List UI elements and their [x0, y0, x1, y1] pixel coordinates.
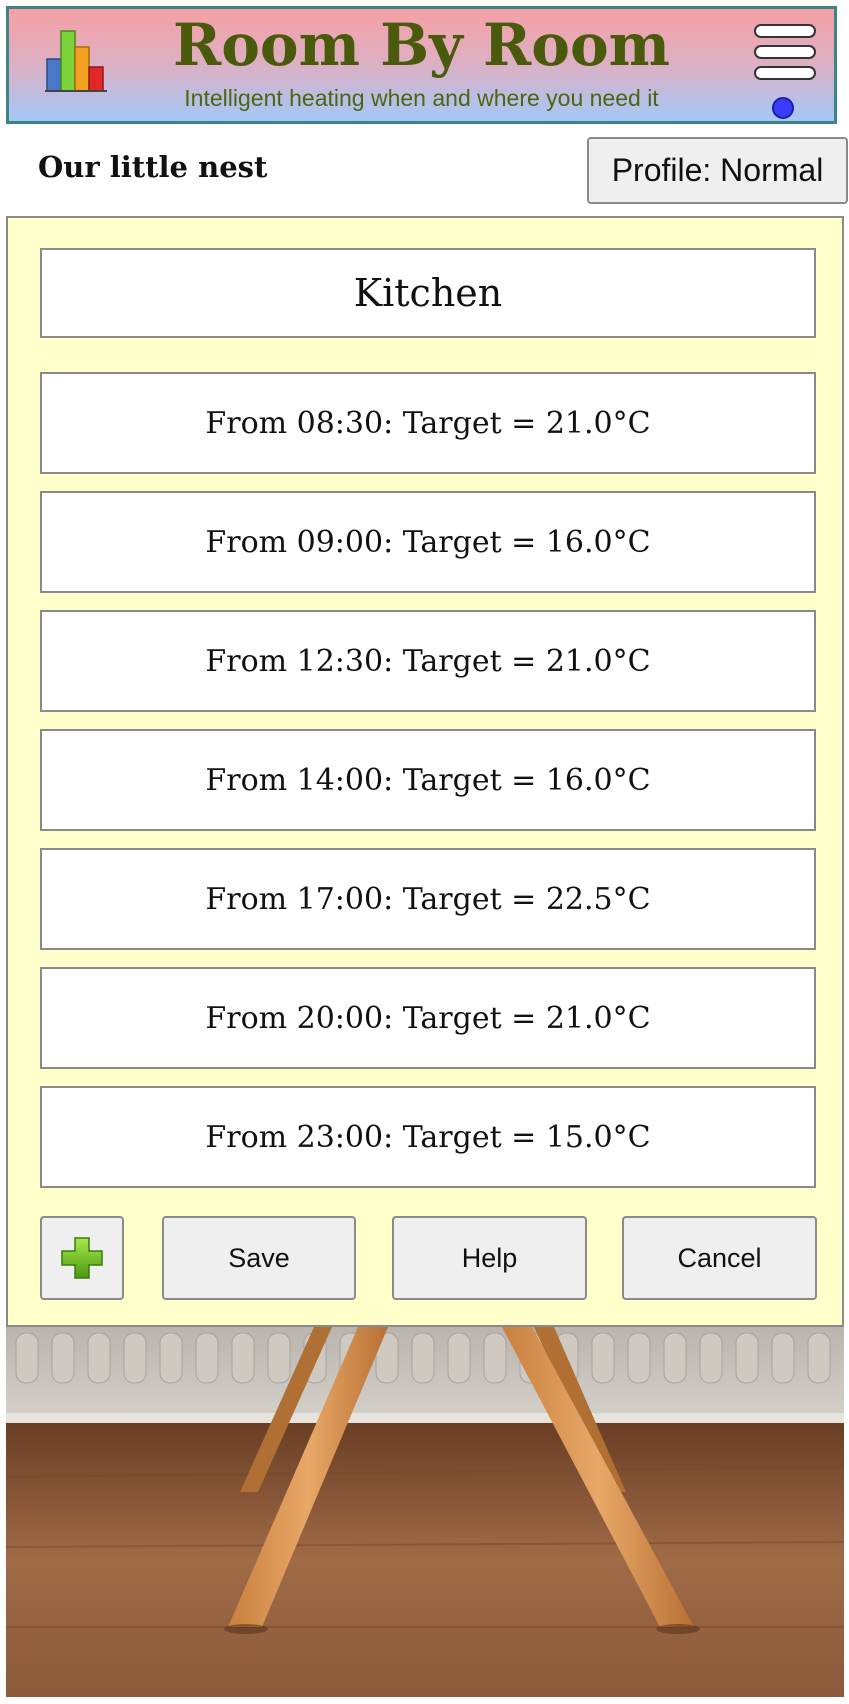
schedule-entry[interactable]: From 17:00: Target = 22.5°C — [40, 848, 816, 950]
room-name: Kitchen — [40, 248, 816, 338]
menu-bar — [754, 66, 816, 80]
schedule-entry[interactable]: From 14:00: Target = 16.0°C — [40, 729, 816, 831]
schedule-entry[interactable]: From 08:30: Target = 21.0°C — [40, 372, 816, 474]
app-title: Room By Room — [173, 11, 670, 79]
status-indicator-dot — [772, 97, 794, 119]
schedule-entry[interactable]: From 20:00: Target = 21.0°C — [40, 967, 816, 1069]
profile-button[interactable]: Profile: Normal — [587, 137, 848, 204]
home-name: Our little nest — [38, 150, 268, 184]
schedule-entry[interactable]: From 23:00: Target = 15.0°C — [40, 1086, 816, 1188]
schedule-entry[interactable]: From 09:00: Target = 16.0°C — [40, 491, 816, 593]
menu-bar — [754, 24, 816, 38]
schedule-panel: Kitchen From 08:30: Target = 21.0°C From… — [6, 216, 844, 1327]
background-photo — [6, 1327, 844, 1697]
plus-icon — [61, 1237, 103, 1279]
app-tagline: Intelligent heating when and where you n… — [184, 85, 659, 111]
help-button[interactable]: Help — [392, 1216, 587, 1300]
schedule-entry[interactable]: From 12:30: Target = 21.0°C — [40, 610, 816, 712]
add-entry-button[interactable] — [40, 1216, 124, 1300]
app-header: Room By Room Intelligent heating when an… — [6, 6, 837, 124]
stool-photo-image — [6, 1327, 844, 1697]
menu-bar — [754, 45, 816, 59]
hamburger-menu-icon[interactable] — [754, 24, 820, 94]
save-button[interactable]: Save — [162, 1216, 356, 1300]
cancel-button[interactable]: Cancel — [622, 1216, 817, 1300]
